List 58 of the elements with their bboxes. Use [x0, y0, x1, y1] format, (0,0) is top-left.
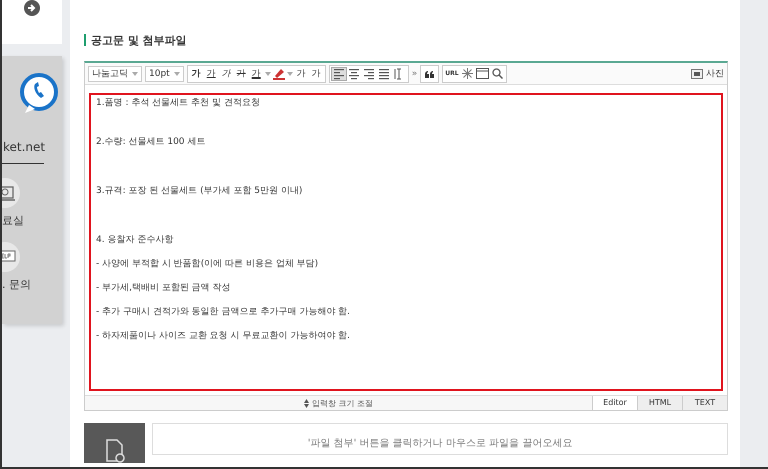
subscript-button[interactable]: 가: [308, 66, 324, 80]
text-color-button[interactable]: 가: [248, 66, 264, 80]
sidebar-link[interactable]: . 문의: [2, 277, 31, 292]
dropdown-arrow-icon: [264, 72, 271, 76]
dropdown-arrow-icon: [174, 72, 180, 76]
text-line: - 하자제품이나 사이즈 교환 요청 시 무료교환이 가능하여야 함.: [96, 330, 351, 342]
table-button[interactable]: [474, 66, 490, 80]
align-right-button[interactable]: [362, 66, 377, 80]
dropdown-arrow-icon: [286, 72, 293, 76]
strikethrough-button[interactable]: 가: [234, 66, 249, 80]
editor-mode-tab[interactable]: Editor: [592, 396, 637, 410]
sidebar-link[interactable]: 료실: [2, 213, 24, 228]
text-line: - 추가 구매시 견적가와 동일한 금액으로 추가구매 가능해야 함.: [96, 306, 351, 318]
file-attach-button[interactable]: [84, 423, 145, 463]
snowflake-icon: [462, 68, 473, 79]
align-center-button[interactable]: [346, 66, 362, 80]
align-left-icon: [332, 66, 345, 80]
align-justify-icon: [378, 66, 390, 80]
special-char-button[interactable]: [460, 66, 475, 80]
highlighter-icon: [272, 68, 286, 80]
text-line: - 부가세,택배비 포함된 금액 작성: [96, 282, 232, 294]
search-icon: [492, 68, 503, 79]
arrow-right-icon[interactable]: [24, 0, 40, 16]
bold-button[interactable]: 가: [188, 66, 204, 80]
site-text: ket.net: [3, 140, 46, 154]
superscript-button[interactable]: 가: [294, 66, 309, 80]
editor-mode-tab[interactable]: TEXT: [682, 396, 727, 410]
text-line: 1.품명 : 추석 선물세트 추천 및 견적요청: [96, 97, 261, 109]
align-center-icon: [348, 66, 360, 80]
file-add-icon: [104, 439, 126, 463]
align-left-button[interactable]: [330, 66, 347, 80]
table-icon: [476, 68, 489, 79]
resize-handle[interactable]: 입력창 크기 조절: [85, 396, 592, 410]
search-button[interactable]: [490, 66, 505, 80]
phone-bubble-icon: [19, 72, 59, 116]
text-line: 2.수량: 선물세트 100 세트: [96, 136, 206, 148]
image-icon: [691, 68, 703, 78]
underline-button[interactable]: 가: [204, 66, 219, 80]
italic-button[interactable]: 가: [218, 66, 234, 80]
more-button[interactable]: »: [412, 68, 418, 78]
align-justify-button[interactable]: [376, 66, 392, 80]
section-title: 공고문 및 첨부파일: [91, 32, 187, 48]
font-select[interactable]: 나눔고딕: [88, 66, 142, 82]
quote-icon: [424, 70, 435, 78]
text-line: 4. 응찰자 준수사항: [96, 234, 174, 246]
text-line: 3.규격: 포장 된 선물세트 (부가세 포함 5만원 이내): [96, 185, 304, 197]
editor-content[interactable]: [89, 93, 723, 391]
highlight-button[interactable]: [270, 66, 294, 80]
size-select[interactable]: 10pt: [145, 66, 184, 82]
photo-button[interactable]: 사진: [691, 67, 724, 80]
align-right-icon: [363, 66, 376, 80]
dropdown-arrow-icon: [132, 72, 138, 76]
upload-hint: '파일 첨부' 버튼을 클릭하거나 마우스로 파일을 끌어오세요: [308, 438, 572, 450]
accent-bar: [84, 34, 86, 46]
resize-arrows-icon: [304, 398, 309, 408]
editor-mode-tab[interactable]: HTML: [637, 396, 682, 410]
drop-zone[interactable]: '파일 첨부' 버튼을 클릭하거나 마우스로 파일을 끌어오세요: [152, 423, 728, 455]
text-line: - 사양에 부적합 시 반품함(이에 따른 비용은 업체 부담): [96, 258, 320, 270]
